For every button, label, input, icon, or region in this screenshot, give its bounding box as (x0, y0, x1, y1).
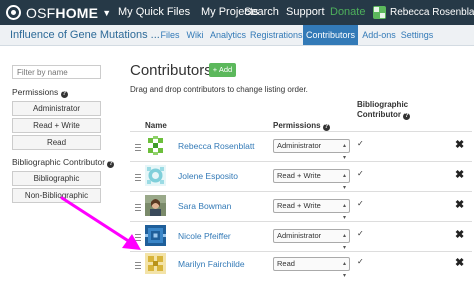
drag-handle-icon[interactable] (135, 174, 141, 181)
select-arrows-icon: ▴ ▾ (342, 173, 346, 191)
contributor-name-link[interactable]: Jolene Esposito (178, 171, 238, 181)
contributor-name-link[interactable]: Rebecca Rosenblatt (178, 141, 255, 151)
column-header-bibliographic: Bibliographic Contributor ? (357, 100, 411, 120)
user-avatar[interactable] (373, 6, 386, 19)
filter-non-bibliographic-button[interactable]: Non-Bibliographic (12, 188, 101, 203)
permission-select[interactable]: Administrator ▴ ▾ (273, 229, 350, 251)
add-contributor-button[interactable]: + Add (209, 63, 236, 77)
bibliographic-checkbox[interactable]: ✓ (357, 169, 364, 178)
nav-my-quick-files[interactable]: My Quick Files (118, 0, 190, 25)
select-arrows-icon: ▴ ▾ (342, 203, 346, 221)
tab-wiki[interactable]: Wiki (183, 25, 207, 45)
avatar (145, 135, 166, 156)
drag-handle-icon[interactable] (135, 204, 141, 211)
bibliographic-checkbox[interactable]: ✓ (357, 257, 364, 266)
remove-contributor-icon[interactable]: ✖ (455, 198, 464, 211)
brand-text: OSFHOME (26, 4, 99, 21)
filter-read-write-button[interactable]: Read + Write (12, 118, 101, 133)
filter-administrator-button[interactable]: Administrator (12, 101, 101, 116)
filter-read-button[interactable]: Read (12, 135, 101, 150)
column-header-name: Name (145, 121, 167, 130)
contributor-name-link[interactable]: Sara Bowman (178, 201, 231, 211)
help-icon[interactable]: ? (60, 91, 68, 98)
tab-settings[interactable]: Settings (400, 25, 434, 45)
bibliographic-filter-label: Bibliographic Contributor ? (12, 157, 115, 168)
contributor-row[interactable]: Marilyn Fairchilde Read ▴ ▾ ✓ ✖ (130, 250, 472, 279)
page-title: Contributors (130, 62, 212, 79)
permission-select[interactable]: Administrator ▴ ▾ (273, 139, 350, 161)
contributor-row[interactable]: Jolene Esposito Read + Write ▴ ▾ ✓ ✖ (130, 162, 472, 192)
help-icon[interactable]: ? (322, 124, 330, 131)
select-arrows-icon: ▴ ▾ (342, 143, 346, 161)
tab-files[interactable]: Files (158, 25, 182, 45)
help-icon[interactable]: ? (107, 161, 115, 168)
tab-registrations[interactable]: Registrations (250, 25, 303, 45)
project-subnav: Influence of Gene Mutations ... Files Wi… (0, 25, 474, 46)
contributor-row[interactable]: Rebecca Rosenblatt Administrator ▴ ▾ ✓ ✖ (130, 132, 472, 162)
drag-handle-icon[interactable] (135, 234, 141, 241)
filter-by-name-input[interactable] (12, 65, 101, 79)
contributor-row[interactable]: Nicole Pfeiffer Administrator ▴ ▾ ✓ ✖ (130, 222, 472, 252)
project-title[interactable]: Influence of Gene Mutations ... (10, 25, 160, 45)
remove-contributor-icon[interactable]: ✖ (455, 138, 464, 151)
nav-donate[interactable]: Donate (330, 0, 365, 25)
osf-logo-icon (6, 5, 21, 20)
user-menu[interactable]: Rebecca Rosenblatt▼ (390, 0, 474, 25)
nav-search[interactable]: Search (244, 0, 279, 25)
avatar (145, 195, 166, 216)
bibliographic-checkbox[interactable]: ✓ (357, 139, 364, 148)
contributor-name-link[interactable]: Nicole Pfeiffer (178, 231, 231, 241)
select-arrows-icon: ▴ ▾ (342, 261, 346, 279)
bibliographic-checkbox[interactable]: ✓ (357, 199, 364, 208)
contributor-name-link[interactable]: Marilyn Fairchilde (178, 259, 245, 269)
column-header-permissions: Permissions ? (273, 121, 330, 131)
help-icon[interactable]: ? (403, 113, 411, 120)
nav-support[interactable]: Support (286, 0, 325, 25)
avatar (145, 253, 166, 274)
instruction-text: Drag and drop contributors to change lis… (130, 85, 308, 94)
remove-contributor-icon[interactable]: ✖ (455, 168, 464, 181)
top-navbar: OSFHOME ▼ My Quick Files My Projects Sea… (0, 0, 474, 25)
bibliographic-checkbox[interactable]: ✓ (357, 229, 364, 238)
avatar (145, 165, 166, 186)
permission-select[interactable]: Read ▴ ▾ (273, 257, 350, 279)
contributor-row[interactable]: Sara Bowman Read + Write ▴ ▾ ✓ ✖ (130, 192, 472, 222)
permissions-filter-label: Permissions ? (12, 87, 68, 98)
drag-handle-icon[interactable] (135, 262, 141, 269)
tab-add-ons[interactable]: Add-ons (360, 25, 398, 45)
osf-home-brand[interactable]: OSFHOME ▼ (6, 3, 111, 22)
remove-contributor-icon[interactable]: ✖ (455, 256, 464, 269)
avatar (145, 225, 166, 246)
filter-bibliographic-button[interactable]: Bibliographic (12, 171, 101, 186)
tab-contributors[interactable]: Contributors (303, 25, 358, 45)
permission-select[interactable]: Read + Write ▴ ▾ (273, 169, 350, 191)
tab-analytics[interactable]: Analytics (208, 25, 248, 45)
permission-select[interactable]: Read + Write ▴ ▾ (273, 199, 350, 221)
remove-contributor-icon[interactable]: ✖ (455, 228, 464, 241)
chevron-down-icon: ▼ (102, 7, 112, 18)
drag-handle-icon[interactable] (135, 144, 141, 151)
